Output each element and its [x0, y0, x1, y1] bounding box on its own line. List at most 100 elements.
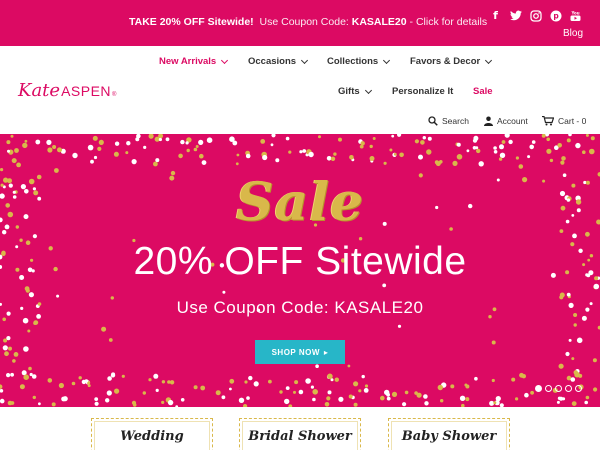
confetti-dot [461, 403, 465, 407]
confetti-dot [161, 380, 166, 384]
category-card-baby-shower[interactable]: Baby Shower [388, 418, 510, 450]
confetti-dot [310, 385, 314, 389]
confetti-dot [58, 382, 64, 389]
carousel-dot[interactable] [565, 385, 572, 392]
facebook-icon[interactable]: f [489, 9, 502, 22]
confetti-dot [369, 156, 375, 161]
instagram-icon[interactable] [529, 9, 542, 22]
confetti-dot [312, 397, 316, 402]
confetti-dot [195, 145, 199, 148]
social-links: f p You [489, 9, 582, 22]
confetti-dot [262, 154, 268, 161]
confetti-dot [391, 134, 395, 138]
confetti-dot [349, 155, 354, 160]
confetti-dot [475, 146, 479, 150]
carousel-dot[interactable] [535, 385, 542, 392]
confetti-dot [94, 401, 99, 406]
confetti-dot [155, 388, 159, 392]
kate-aspen-logo[interactable]: Kate ASPEN ® [18, 80, 116, 102]
confetti-dot [382, 283, 387, 288]
confetti-dot [285, 136, 290, 141]
confetti-dot [312, 389, 319, 395]
confetti-dot [132, 403, 137, 407]
confetti-dot [495, 396, 501, 402]
confetti-dot [199, 153, 204, 159]
confetti-dot [437, 384, 443, 391]
confetti-dot [456, 154, 463, 160]
carousel-dot[interactable] [575, 385, 582, 392]
carousel-indicators [535, 385, 582, 392]
promo-link[interactable]: TAKE 20% OFF Sitewide! Use Coupon Code: … [129, 16, 487, 28]
confetti-dot [114, 388, 120, 394]
confetti-dot [402, 402, 407, 407]
confetti-dot [389, 148, 393, 152]
confetti-dot [422, 136, 426, 140]
confetti-dot [107, 376, 112, 381]
confetti-dot [572, 233, 577, 239]
promo-coupon-code: KASALE20 [351, 16, 407, 28]
confetti-dot [334, 377, 339, 382]
confetti-dot [200, 385, 206, 391]
nav-sale[interactable]: Sale [473, 86, 493, 97]
confetti-dot [515, 156, 520, 160]
confetti-dot [23, 374, 30, 380]
confetti-dot [566, 138, 571, 143]
confetti-dot [10, 134, 14, 138]
confetti-dot [24, 286, 30, 291]
youtube-icon[interactable]: You [569, 9, 582, 22]
nav-occasions[interactable]: Occasions [248, 56, 309, 67]
confetti-dot [114, 141, 120, 146]
confetti-dot [326, 396, 331, 401]
confetti-dot [426, 149, 432, 155]
nav-gifts[interactable]: Gifts [338, 86, 372, 97]
confetti-dot [404, 390, 409, 395]
confetti-dot [32, 234, 38, 239]
nav-favors-decor[interactable]: Favors & Decor [410, 56, 493, 67]
search-link[interactable]: Search [428, 116, 469, 126]
account-link[interactable]: Account [484, 116, 528, 126]
nav-collections[interactable]: Collections [327, 56, 391, 67]
carousel-dot[interactable] [545, 385, 552, 392]
hero-banner[interactable]: Sale 20% OFF Sitewide Use Coupon Code: K… [0, 134, 600, 407]
cart-link[interactable]: Cart - 0 [542, 116, 586, 126]
confetti-dot [560, 160, 565, 165]
confetti-dot [92, 135, 98, 141]
confetti-dot [51, 402, 56, 407]
confetti-dot [493, 401, 497, 405]
confetti-dot [71, 381, 76, 386]
category-card-bridal-shower[interactable]: Bridal Shower [239, 418, 361, 450]
twitter-icon[interactable] [509, 9, 522, 22]
confetti-dot [135, 137, 140, 142]
confetti-dot [529, 144, 534, 150]
confetti-dot [235, 162, 239, 166]
pinterest-icon[interactable]: p [549, 9, 562, 22]
carousel-dot[interactable] [555, 385, 562, 392]
confetti-dot [23, 346, 29, 352]
confetti-dot [508, 139, 513, 145]
confetti-dot [221, 395, 226, 400]
confetti-dot [493, 146, 497, 150]
chevron-down-icon [485, 56, 493, 64]
confetti-dot [93, 155, 98, 160]
confetti-dot [353, 402, 358, 407]
confetti-dot [180, 398, 185, 402]
confetti-dot [275, 158, 280, 163]
confetti-dot [557, 143, 562, 148]
confetti-dot [459, 395, 466, 401]
blog-link[interactable]: Blog [563, 28, 583, 39]
category-card-wedding[interactable]: Wedding [91, 418, 213, 450]
svg-text:p: p [553, 11, 559, 20]
confetti-dot [193, 147, 198, 152]
confetti-dot [293, 390, 296, 394]
confetti-dot [33, 320, 39, 325]
shop-now-button[interactable]: SHOP NOW ▸ [255, 340, 345, 364]
nav-new-arrivals[interactable]: New Arrivals [159, 56, 229, 67]
confetti-dot [38, 402, 41, 406]
confetti-dot [452, 160, 458, 166]
nav-personalize-it[interactable]: Personalize It [392, 86, 453, 97]
confetti-dot [493, 150, 498, 154]
confetti-dot [232, 140, 238, 146]
search-icon [428, 116, 438, 126]
user-icon [484, 116, 493, 126]
confetti-dot [489, 400, 495, 406]
